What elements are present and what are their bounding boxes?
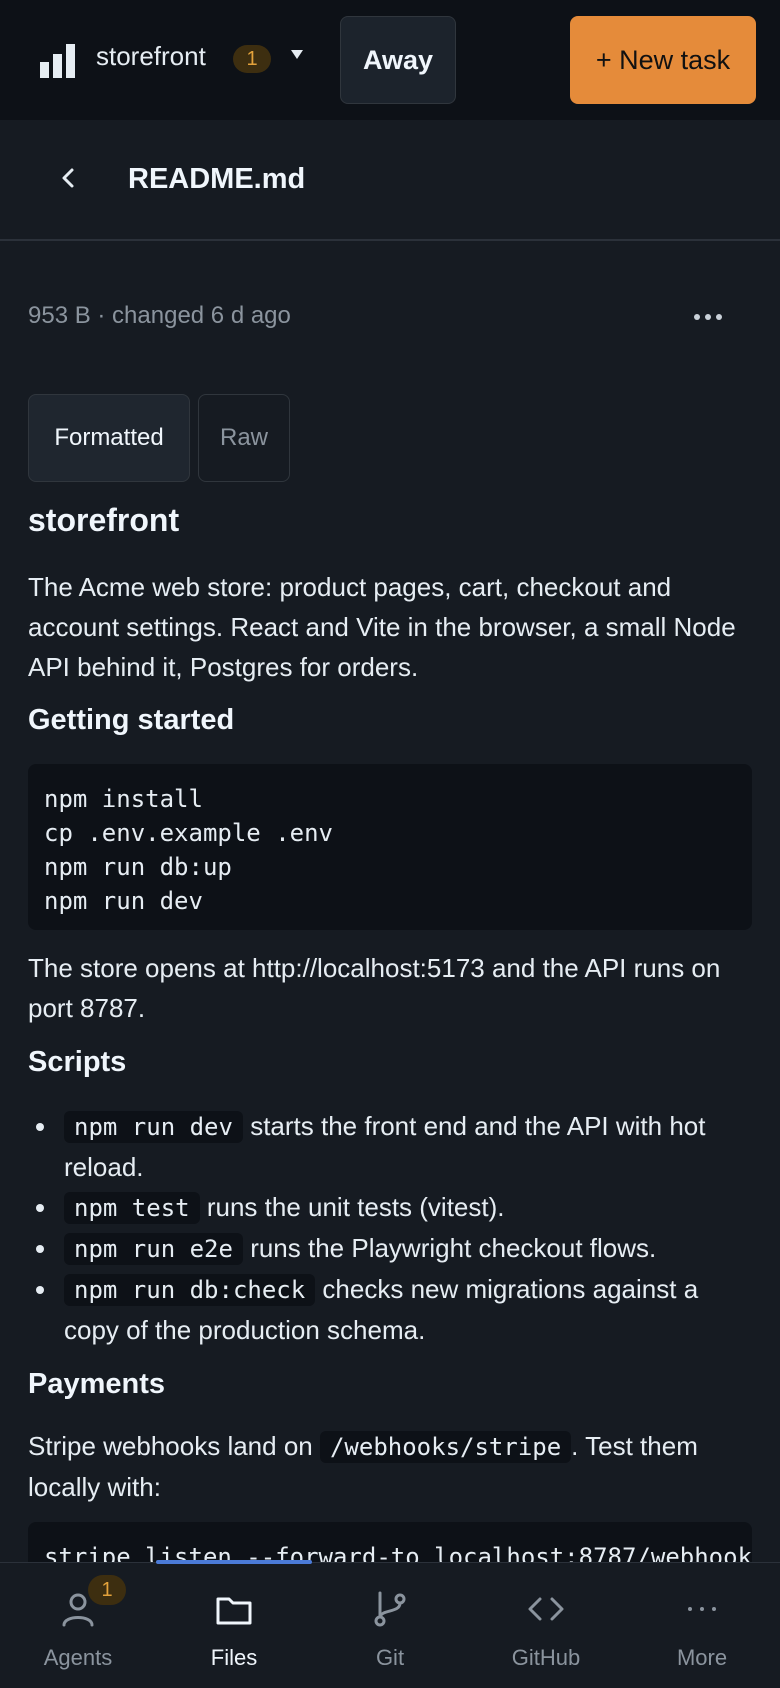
folder-icon	[216, 1597, 252, 1625]
list-item: npm test runs the unit tests (vitest).	[28, 1187, 752, 1228]
new-task-button[interactable]: + New task	[570, 16, 756, 104]
inline-code: npm run dev	[64, 1111, 243, 1143]
readme-intro: The Acme web store: product pages, cart,…	[28, 572, 736, 682]
list-item-text: runs the unit tests (vitest).	[206, 1192, 505, 1222]
file-meta: 953 B · changed 6 d ago	[28, 302, 291, 329]
inline-code: npm run db:check	[64, 1274, 316, 1306]
inline-code: npm run e2e	[64, 1233, 243, 1265]
scroll-indicator	[156, 1560, 312, 1564]
nav-label: Files	[210, 1645, 258, 1670]
nav-label: Agents	[43, 1645, 113, 1670]
top-bar: storefront 1 Away + New task	[0, 0, 780, 120]
away-button[interactable]: Away	[340, 16, 456, 104]
project-badge: 1	[233, 45, 271, 73]
back-chevron-icon[interactable]	[58, 160, 78, 196]
code-line: npm run dev	[44, 887, 203, 915]
file-title: README.md	[128, 163, 306, 195]
scripts-heading: Scripts	[28, 1046, 127, 1078]
file-header: README.md	[0, 120, 780, 241]
getting-started-note: The store opens at http://localhost:5173…	[28, 953, 721, 1023]
nav-label: More	[676, 1645, 728, 1670]
list-item-text: runs the Playwright checkout flows.	[250, 1233, 657, 1263]
list-item: npm run dev starts the front end and the…	[28, 1106, 752, 1187]
raw-tab[interactable]: Raw	[198, 394, 290, 482]
code-line: npm run db:up	[44, 853, 232, 881]
code-line: cp .env.example .env	[44, 819, 333, 847]
list-item: npm run e2e runs the Playwright checkout…	[28, 1228, 752, 1269]
more-dots-icon	[688, 1607, 716, 1611]
scripts-list: npm run dev starts the front end and the…	[28, 1106, 752, 1350]
getting-started-heading: Getting started	[28, 704, 235, 736]
inline-code: npm test	[64, 1192, 200, 1224]
readme-heading: storefront	[28, 502, 180, 538]
payments-text-before: Stripe webhooks land on	[28, 1431, 313, 1461]
agents-badge: 1	[88, 1575, 126, 1605]
project-name[interactable]: storefront	[96, 41, 206, 72]
nav-git[interactable]: Git	[312, 1563, 468, 1688]
code-icon	[528, 1597, 564, 1621]
nav-files[interactable]: Files	[156, 1563, 312, 1688]
chevron-down-icon[interactable]	[291, 50, 303, 59]
code-line: npm install	[44, 785, 203, 813]
getting-started-code: npm install cp .env.example .env npm run d…	[28, 764, 752, 930]
more-options-icon[interactable]	[690, 302, 726, 332]
payments-text: Stripe webhooks land on /webhooks/stripe…	[28, 1426, 752, 1507]
formatted-tab[interactable]: Formatted	[28, 394, 190, 482]
nav-label: Git	[375, 1645, 405, 1670]
inline-code: /webhooks/stripe	[319, 1431, 572, 1463]
nav-label: GitHub	[511, 1645, 581, 1670]
nav-agents[interactable]: 1 Agents	[0, 1563, 156, 1688]
git-branch-icon	[374, 1591, 406, 1627]
bars-logo-icon	[40, 44, 75, 78]
list-item: npm run db:check checks new migrations a…	[28, 1269, 752, 1350]
payments-heading: Payments	[28, 1368, 166, 1400]
nav-github[interactable]: GitHub	[468, 1563, 624, 1688]
bottom-nav: 1 Agents Files Git GitHub More	[0, 1562, 780, 1688]
nav-more[interactable]: More	[624, 1563, 780, 1688]
